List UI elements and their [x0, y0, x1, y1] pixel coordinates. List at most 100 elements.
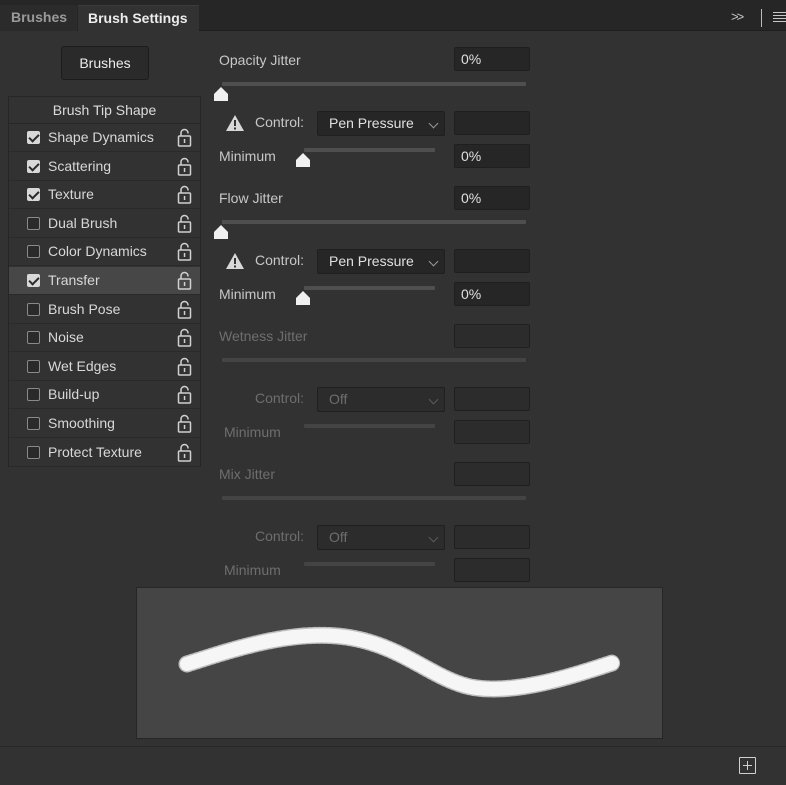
wetness-control-select: Off — [317, 387, 445, 412]
mix-minimum-label: Minimum — [224, 562, 281, 578]
option-label[interactable]: Protect Texture — [48, 444, 142, 460]
mix-minimum-input — [454, 558, 530, 582]
flow-jitter-slider-track[interactable] — [222, 220, 526, 224]
brush-option-row[interactable]: Shape Dynamics — [9, 124, 200, 152]
brush-option-row[interactable]: Dual Brush — [9, 210, 200, 238]
brush-option-row[interactable]: Transfer — [9, 267, 200, 295]
opacity-fade-input[interactable] — [454, 111, 530, 135]
brush-option-row[interactable]: Color Dynamics — [9, 238, 200, 267]
brushes-button[interactable]: Brushes — [61, 46, 149, 80]
brush-option-row[interactable]: Build-up — [9, 381, 200, 410]
option-label[interactable]: Wet Edges — [48, 358, 116, 374]
tab-brush-settings[interactable]: Brush Settings — [78, 5, 199, 31]
brush-option-row[interactable]: Protect Texture — [9, 439, 200, 467]
flow-jitter-slider-thumb[interactable] — [214, 225, 228, 239]
warning-icon — [226, 253, 244, 269]
opacity-minimum-input[interactable]: 0% — [454, 144, 530, 168]
chevron-down-icon — [428, 532, 439, 543]
option-checkbox[interactable] — [27, 274, 40, 287]
lock-icon[interactable] — [177, 157, 192, 176]
option-label[interactable]: Scattering — [48, 158, 111, 174]
create-new-brush-icon[interactable] — [739, 757, 756, 774]
option-label[interactable]: Dual Brush — [48, 215, 117, 231]
flow-control-value: Pen Pressure — [329, 253, 414, 269]
lock-icon[interactable] — [177, 242, 192, 262]
option-label[interactable]: Shape Dynamics — [48, 129, 154, 145]
opacity-jitter-input[interactable]: 0% — [454, 47, 530, 71]
opacity-jitter-slider-track[interactable] — [222, 82, 526, 86]
option-checkbox[interactable] — [27, 331, 40, 345]
brush-option-row[interactable]: Noise — [9, 324, 200, 353]
mix-control-label: Control: — [255, 528, 305, 544]
option-checkbox[interactable] — [27, 302, 40, 316]
collapse-panel-icon[interactable]: >> — [731, 9, 749, 25]
panel-tab-bar: Brushes Brush Settings >> — [0, 0, 786, 31]
option-label[interactable]: Brush Pose — [48, 301, 120, 317]
lock-icon[interactable] — [177, 385, 192, 405]
option-label[interactable]: Transfer — [48, 272, 100, 288]
wetness-control-value: Off — [329, 391, 348, 407]
option-checkbox[interactable] — [27, 159, 40, 173]
option-checkbox[interactable] — [27, 445, 40, 459]
opacity-jitter-slider-thumb[interactable] — [214, 87, 228, 101]
brush-option-row[interactable]: Texture — [9, 181, 200, 210]
option-checkbox[interactable] — [27, 188, 40, 202]
flow-jitter-input[interactable]: 0% — [454, 186, 530, 210]
brush-tip-shape-item[interactable]: Brush Tip Shape — [9, 97, 200, 124]
option-checkbox[interactable] — [27, 216, 40, 230]
flow-minimum-slider-thumb[interactable] — [296, 291, 310, 305]
opacity-minimum-slider-track[interactable] — [304, 148, 435, 152]
option-label[interactable]: Texture — [48, 186, 94, 202]
option-label[interactable]: Build-up — [48, 386, 99, 402]
wetness-jitter-label: Wetness Jitter — [219, 328, 308, 344]
option-label[interactable]: Noise — [48, 329, 84, 345]
flow-control-select[interactable]: Pen Pressure — [317, 249, 445, 274]
option-checkbox[interactable] — [27, 359, 40, 373]
tab-brushes[interactable]: Brushes — [0, 5, 77, 31]
warning-icon — [226, 115, 244, 131]
opacity-control-label: Control: — [255, 114, 305, 130]
option-checkbox[interactable] — [27, 388, 40, 402]
flow-jitter-label: Flow Jitter — [219, 190, 283, 206]
brush-option-row[interactable]: Smoothing — [9, 410, 200, 438]
opacity-minimum-label: Minimum — [219, 148, 276, 164]
chevron-down-icon — [428, 394, 439, 405]
mix-control-value: Off — [329, 529, 348, 545]
lock-icon[interactable] — [177, 128, 192, 147]
flow-minimum-label: Minimum — [219, 286, 276, 302]
wetness-jitter-slider-track — [222, 358, 526, 362]
lock-icon[interactable] — [177, 328, 192, 347]
mix-jitter-slider-track — [222, 496, 526, 500]
option-label[interactable]: Smoothing — [48, 415, 115, 431]
chevron-down-icon — [428, 118, 439, 129]
flow-control-label: Control: — [255, 252, 305, 268]
brush-stroke-preview — [136, 587, 663, 739]
mix-minimum-slider-track — [304, 562, 435, 566]
lock-icon[interactable] — [177, 185, 192, 204]
lock-icon[interactable] — [177, 214, 192, 233]
opacity-minimum-slider-thumb[interactable] — [296, 153, 310, 167]
panel-menu-icon[interactable] — [773, 12, 786, 23]
flow-minimum-slider-track[interactable] — [304, 286, 435, 290]
opacity-jitter-label: Opacity Jitter — [219, 52, 301, 68]
lock-icon[interactable] — [177, 357, 192, 376]
flow-minimum-input[interactable]: 0% — [454, 282, 530, 306]
wetness-minimum-label: Minimum — [224, 424, 281, 440]
option-checkbox[interactable] — [27, 417, 40, 430]
option-checkbox[interactable] — [27, 245, 40, 259]
wetness-minimum-slider-track — [304, 424, 435, 428]
wetness-jitter-input — [454, 324, 530, 348]
brush-stroke-curve — [178, 626, 621, 698]
brush-option-row[interactable]: Wet Edges — [9, 353, 200, 381]
lock-icon[interactable] — [177, 414, 192, 433]
option-checkbox[interactable] — [27, 131, 40, 144]
lock-icon[interactable] — [177, 300, 192, 319]
wetness-control-label: Control: — [255, 390, 305, 406]
brush-option-row[interactable]: Scattering — [9, 153, 200, 181]
option-label[interactable]: Color Dynamics — [48, 243, 147, 259]
flow-fade-input[interactable] — [454, 249, 530, 273]
lock-icon[interactable] — [177, 271, 192, 290]
opacity-control-select[interactable]: Pen Pressure — [317, 111, 445, 136]
brush-option-row[interactable]: Brush Pose — [9, 296, 200, 324]
lock-icon[interactable] — [177, 443, 192, 462]
